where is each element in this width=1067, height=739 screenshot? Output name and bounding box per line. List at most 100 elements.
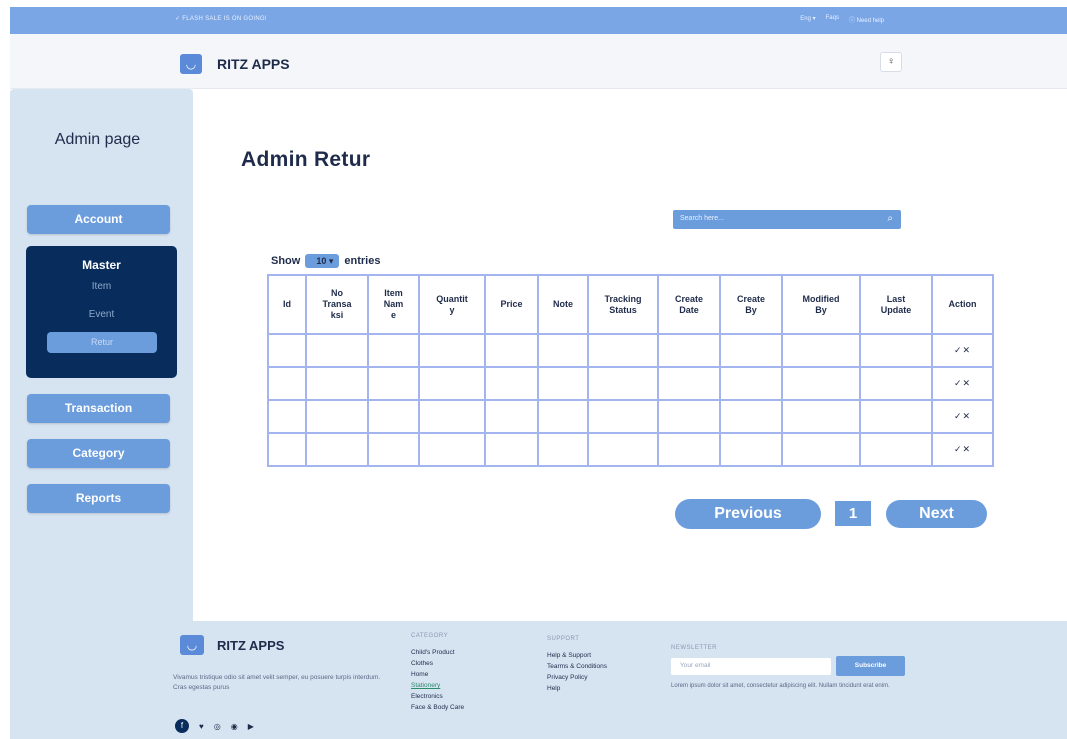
page-number-button[interactable]: 1 (835, 501, 871, 526)
faqs-link[interactable]: Faqs (826, 15, 839, 24)
table-cell (537, 399, 589, 434)
table-row: ✓✕ (267, 366, 994, 401)
column-header: Last Update (859, 274, 933, 335)
table-cell (657, 333, 721, 368)
column-header: Quantit y (418, 274, 486, 335)
table-cell (781, 432, 861, 467)
twitter-icon[interactable]: ♥ (199, 722, 204, 731)
footer-description: Vivamus tristique odio sit amet velit se… (173, 674, 381, 691)
search-icon[interactable]: ⌕ (887, 213, 893, 224)
footer-link-help[interactable]: Help (547, 683, 607, 694)
footer-link-childs-product[interactable]: Child's Product (411, 647, 464, 658)
row-actions[interactable]: ✓✕ (931, 432, 994, 467)
retur-table: Id No Transa ksi Item Nam e Quantit y Price N… (267, 274, 994, 467)
column-header: Note (537, 274, 589, 335)
table-cell (267, 432, 307, 467)
support-heading: SUPPORT (547, 636, 580, 642)
entries-control: Show 10 ▾ entries (271, 254, 380, 268)
newsletter-email-input[interactable]: Your email (671, 658, 831, 675)
row-actions[interactable]: ✓✕ (931, 399, 994, 434)
sidebar-item-account[interactable]: Account (27, 205, 170, 234)
page: ✓ FLASH SALE IS ON GOING! Eng ▾ Faqs ⓘ N… (0, 0, 1067, 739)
brand-name[interactable]: RITZ APPS (217, 56, 290, 72)
newsletter-heading-wrap: NEWSLETTER (671, 645, 717, 659)
footer-logo-icon[interactable]: ◡ (180, 635, 204, 655)
table-cell (781, 333, 861, 368)
footer-link-privacy[interactable]: Privacy Policy (547, 672, 607, 683)
sidebar-item-reports[interactable]: Reports (27, 484, 170, 513)
footer-link-electronics[interactable]: Electronics (411, 691, 464, 702)
instagram-icon[interactable]: ◎ (214, 722, 221, 731)
need-help-link[interactable]: ⓘ Need help (849, 15, 884, 24)
table-cell (418, 366, 486, 401)
footer-link-terms[interactable]: Tearms & Conditions (547, 661, 607, 672)
search-input[interactable]: Search here... ⌕ (673, 210, 901, 229)
column-header: Action (931, 274, 994, 335)
table-cell (859, 366, 933, 401)
table-cell (267, 366, 307, 401)
sidebar-subitem-event[interactable]: Event (26, 309, 177, 320)
column-header: Create By (719, 274, 783, 335)
table-cell (781, 366, 861, 401)
newsletter-heading: NEWSLETTER (671, 645, 718, 651)
footer-link-home[interactable]: Home (411, 669, 464, 680)
language-selector[interactable]: Eng ▾ (800, 15, 815, 24)
footer-link-clothes[interactable]: Clothes (411, 658, 464, 669)
next-button[interactable]: Next (886, 500, 987, 528)
table-cell (719, 333, 783, 368)
table-cell (367, 333, 420, 368)
table-cell (484, 366, 539, 401)
entries-value: 10 (316, 256, 327, 266)
table-cell (859, 333, 933, 368)
column-header: Id (267, 274, 307, 335)
table-cell (719, 399, 783, 434)
column-header: Create Date (657, 274, 721, 335)
sidebar-item-category[interactable]: Category (27, 439, 170, 468)
footer-link-help-support[interactable]: Help & Support (547, 650, 607, 661)
table-cell (418, 432, 486, 467)
footer-support-column: SUPPORT Help & Support Tearms & Conditio… (547, 636, 607, 694)
footer-link-face-body-care[interactable]: Face & Body Care (411, 702, 464, 713)
table-cell (418, 399, 486, 434)
youtube-icon[interactable]: ▶ (248, 722, 254, 731)
footer-brand[interactable]: RITZ APPS (217, 638, 284, 653)
social-links: f ♥ ◎ ◉ ▶ (175, 719, 254, 733)
subscribe-button[interactable]: Subscribe (836, 656, 905, 676)
column-header: Tracking Status (587, 274, 659, 335)
facebook-icon[interactable]: f (175, 719, 189, 733)
table-cell (484, 333, 539, 368)
sidebar-subitem-item[interactable]: Item (26, 281, 177, 292)
category-heading: CATEGORY (411, 633, 449, 639)
page-title: Admin Retur (241, 148, 371, 171)
row-actions[interactable]: ✓✕ (931, 366, 994, 401)
pinterest-icon[interactable]: ◉ (231, 722, 238, 731)
table-cell (587, 399, 659, 434)
table-cell (484, 399, 539, 434)
sidebar-item-transaction[interactable]: Transaction (27, 394, 170, 423)
logo-icon[interactable]: ◡ (180, 54, 202, 74)
sidebar: Admin page Account Master Item Event Ret… (10, 89, 193, 621)
search-placeholder: Search here... (680, 215, 724, 222)
sidebar-item-master[interactable]: Master (26, 258, 177, 272)
table-cell (367, 432, 420, 467)
table-cell (657, 366, 721, 401)
table-cell (305, 432, 369, 467)
topbar-links: Eng ▾ Faqs ⓘ Need help (800, 15, 884, 24)
promo-bar: ✓ FLASH SALE IS ON GOING! Eng ▾ Faqs ⓘ N… (10, 7, 1067, 34)
sidebar-group-master: Master Item Event Retur (26, 246, 177, 378)
table-cell (537, 333, 589, 368)
entries-select[interactable]: 10 ▾ (305, 254, 340, 268)
column-header: No Transa ksi (305, 274, 369, 335)
previous-button[interactable]: Previous (675, 499, 821, 529)
row-actions[interactable]: ✓✕ (931, 333, 994, 368)
table-cell (305, 366, 369, 401)
show-label: Show (271, 255, 301, 267)
table-cell (587, 333, 659, 368)
table-cell (657, 399, 721, 434)
sidebar-subitem-retur[interactable]: Retur (47, 332, 157, 353)
table-cell (267, 333, 307, 368)
column-header: Price (484, 274, 539, 335)
user-icon[interactable]: ♀ (880, 52, 902, 72)
table-cell (367, 366, 420, 401)
footer-link-stationery[interactable]: Stationery (411, 680, 464, 691)
